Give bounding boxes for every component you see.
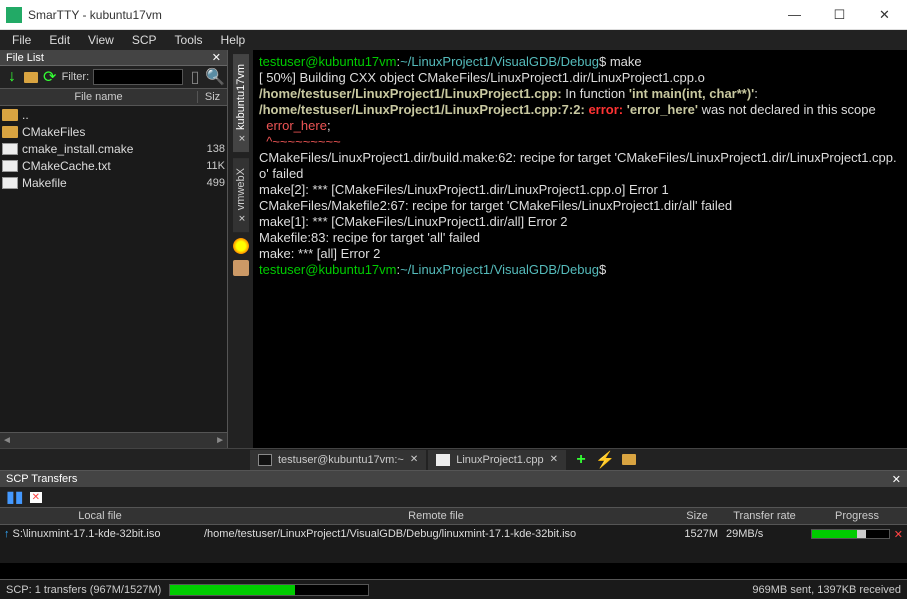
- file-size: 11K: [197, 160, 227, 172]
- upload-arrow-icon: ↑: [4, 528, 10, 540]
- menu-help[interactable]: Help: [213, 32, 254, 48]
- menu-tools[interactable]: Tools: [167, 32, 211, 48]
- scp-transfers-panel: SCP Transfers ✕ ▮▮ ✕ Local file Remote f…: [0, 470, 907, 563]
- menu-view[interactable]: View: [80, 32, 122, 48]
- scp-progress-bar: [811, 529, 890, 539]
- file-name: ..: [22, 108, 197, 122]
- file-row[interactable]: cmake_install.cmake138: [0, 140, 227, 157]
- file-list-title: File List: [6, 52, 44, 64]
- file-list-header: File List ✕: [0, 50, 227, 66]
- tab-linuxproject1-cpp[interactable]: LinuxProject1.cpp ✕: [428, 450, 566, 470]
- file-name: CMakeCache.txt: [22, 159, 197, 173]
- filter-clear-icon[interactable]: ▯: [187, 69, 203, 85]
- file-icon: [2, 177, 18, 189]
- menu-edit[interactable]: Edit: [41, 32, 78, 48]
- file-row[interactable]: CMakeCache.txt11K: [0, 157, 227, 174]
- file-row[interactable]: ..: [0, 106, 227, 123]
- folder-icon[interactable]: [618, 450, 640, 470]
- scp-header: SCP Transfers ✕: [0, 471, 907, 487]
- app-icon: [6, 7, 22, 23]
- pause-icon[interactable]: ▮▮: [6, 487, 24, 507]
- bottom-tab-bar: testuser@kubuntu17vm:~ ✕ LinuxProject1.c…: [0, 448, 907, 470]
- menubar: File Edit View SCP Tools Help: [0, 30, 907, 50]
- file-list-toolbar: ↓ ⟳ Filter: ▯ 🔍: [0, 66, 227, 88]
- file-icon: [2, 160, 18, 172]
- scp-rate: 29MB/s: [722, 528, 807, 540]
- status-network: 969MB sent, 1397KB received: [752, 584, 901, 596]
- window-title: SmarTTY - kubuntu17vm: [28, 8, 772, 22]
- col-filename[interactable]: File name: [0, 91, 197, 103]
- file-row[interactable]: Makefile499: [0, 174, 227, 191]
- file-list-panel: File List ✕ ↓ ⟳ Filter: ▯ 🔍 File name Si…: [0, 50, 228, 448]
- scp-title: SCP Transfers: [6, 473, 77, 485]
- file-row[interactable]: CMakeFiles: [0, 123, 227, 140]
- file-list-hscroll[interactable]: ◄►: [0, 432, 227, 448]
- scp-size: 1527M: [672, 528, 722, 540]
- cancel-transfer-icon[interactable]: ✕: [894, 528, 903, 541]
- scp-progress-cell: ✕: [807, 528, 907, 541]
- history-icon[interactable]: [233, 260, 249, 276]
- file-icon: [2, 143, 18, 155]
- col-local-file[interactable]: Local file: [0, 510, 200, 522]
- vertical-tab-strip: ✕kubuntu17vm ✕vmwebX: [228, 50, 253, 448]
- close-icon[interactable]: ✕: [410, 454, 418, 465]
- scp-transfer-row[interactable]: ↑ S:\linuxmint-17.1-kde-32bit.iso /home/…: [0, 525, 907, 543]
- close-icon[interactable]: ✕: [550, 454, 558, 465]
- close-icon[interactable]: ✕: [236, 212, 246, 222]
- lightning-icon[interactable]: ⚡: [594, 450, 616, 470]
- scp-columns: Local file Remote file Size Transfer rat…: [0, 507, 907, 525]
- filter-search-icon[interactable]: 🔍: [207, 69, 223, 85]
- maximize-button[interactable]: ☐: [817, 0, 862, 30]
- status-bar: SCP: 1 transfers (967M/1527M) 969MB sent…: [0, 579, 907, 599]
- status-transfers: SCP: 1 transfers (967M/1527M): [6, 584, 161, 596]
- folder-icon: [2, 126, 18, 138]
- close-icon[interactable]: ✕: [236, 132, 246, 142]
- file-list-body: ..CMakeFilescmake_install.cmake138CMakeC…: [0, 106, 227, 191]
- col-size[interactable]: Size: [672, 510, 722, 522]
- terminal-output[interactable]: testuser@kubuntu17vm:~/LinuxProject1/Vis…: [253, 50, 907, 448]
- terminal-icon: [258, 454, 272, 466]
- menu-scp[interactable]: SCP: [124, 32, 165, 48]
- filter-label: Filter:: [62, 71, 90, 83]
- minimize-button[interactable]: —: [772, 0, 817, 30]
- file-list-close-icon[interactable]: ✕: [212, 51, 221, 64]
- col-remote-file[interactable]: Remote file: [200, 510, 672, 522]
- filter-input[interactable]: [93, 69, 183, 85]
- status-progress-bar: [169, 584, 369, 596]
- file-list-columns: File name Siz: [0, 88, 227, 106]
- scp-toolbar: ▮▮ ✕: [0, 487, 907, 507]
- cancel-all-icon[interactable]: ✕: [30, 492, 42, 503]
- window-titlebar: SmarTTY - kubuntu17vm — ☐ ✕: [0, 0, 907, 30]
- main-content: File List ✕ ↓ ⟳ Filter: ▯ 🔍 File name Si…: [0, 50, 907, 448]
- scp-local-file: S:\linuxmint-17.1-kde-32bit.iso: [13, 528, 161, 540]
- vtab-vmwebx[interactable]: ✕vmwebX: [233, 158, 249, 232]
- close-button[interactable]: ✕: [862, 0, 907, 30]
- col-transfer-rate[interactable]: Transfer rate: [722, 510, 807, 522]
- refresh-icon[interactable]: ⟳: [42, 69, 58, 85]
- download-icon[interactable]: ↓: [4, 69, 20, 85]
- col-progress[interactable]: Progress: [807, 510, 907, 522]
- folder-icon: [2, 109, 18, 121]
- file-size: 499: [197, 177, 227, 189]
- file-name: Makefile: [22, 176, 197, 190]
- vtab-kubuntu17vm[interactable]: ✕kubuntu17vm: [233, 54, 249, 152]
- col-filesize[interactable]: Siz: [197, 91, 227, 103]
- file-icon: [436, 454, 450, 466]
- menu-file[interactable]: File: [4, 32, 39, 48]
- new-tab-button[interactable]: +: [570, 450, 592, 470]
- highlight-icon[interactable]: [233, 238, 249, 254]
- open-folder-icon[interactable]: [24, 72, 38, 83]
- file-name: CMakeFiles: [22, 125, 197, 139]
- scp-remote-file: /home/testuser/LinuxProject1/VisualGDB/D…: [200, 528, 672, 540]
- file-name: cmake_install.cmake: [22, 142, 197, 156]
- scp-close-icon[interactable]: ✕: [892, 473, 901, 486]
- tab-terminal[interactable]: testuser@kubuntu17vm:~ ✕: [250, 450, 426, 470]
- file-size: 138: [197, 143, 227, 155]
